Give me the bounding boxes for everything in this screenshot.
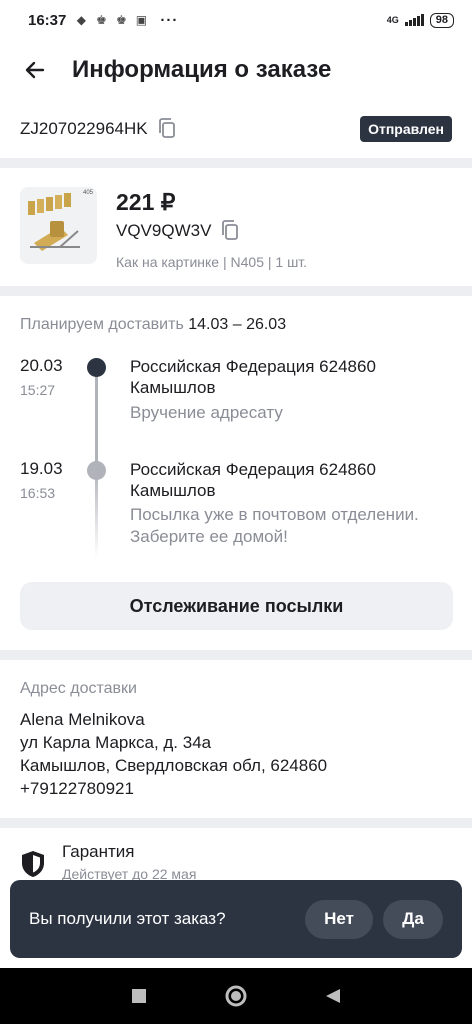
address-lines: Alena Melnikova ул Карла Маркса, д. 34а … — [20, 708, 452, 800]
square-icon — [131, 989, 146, 1003]
shield-icon — [22, 851, 44, 877]
circle-icon — [225, 985, 247, 1007]
delivery-card: Планируем доставить 14.03 – 26.03 20.03 … — [0, 296, 472, 650]
arrow-left-icon — [25, 61, 45, 79]
copy-icon — [222, 220, 239, 240]
address-title: Адрес доставки — [20, 680, 137, 697]
triangle-back-icon — [326, 989, 341, 1003]
product-image[interactable]: 405 — [20, 187, 97, 264]
address-city: Камышлов, Свердловская обл, 624860 — [20, 756, 328, 775]
tracking-card: ZJ207022964HK Отправлен — [0, 100, 472, 158]
battery-icon: 98 — [429, 12, 454, 28]
sku-row: VQV9QW3V — [116, 220, 307, 242]
guarantee-text: Гарантия Действует до 22 мая — [62, 842, 196, 882]
status-time: 16:37 — [28, 11, 67, 29]
event-time: 16:53 — [20, 485, 56, 501]
event-time: 15:27 — [20, 382, 56, 398]
emblem-icon: ♚ — [115, 13, 127, 27]
app-icon: ▣ — [135, 13, 148, 27]
order-received-snackbar: Вы получили этот заказ? Нет Да — [10, 880, 462, 958]
app-bar: Информация о заказе — [0, 40, 472, 100]
yes-button[interactable]: Да — [383, 899, 443, 939]
product-sku: VQV9QW3V — [116, 221, 212, 240]
address-card: Адрес доставки Alena Melnikova ул Карла … — [0, 660, 472, 818]
timeline-dot-active — [87, 358, 106, 377]
event-date: 19.03 — [20, 459, 63, 478]
status-badge: Отправлен — [360, 116, 452, 142]
snackbar-question: Вы получили этот заказ? — [29, 909, 226, 928]
timeline-dot — [87, 461, 106, 480]
copy-tracking-button[interactable] — [158, 118, 178, 140]
no-button[interactable]: Нет — [305, 899, 373, 939]
emblem-icon: ♚ — [95, 13, 107, 27]
event-location: Российская Федерация 624860 Камышлов — [130, 460, 376, 500]
event-description: Вручение адресату — [130, 403, 283, 422]
event-location: Российская Федерация 624860 Камышлов — [130, 357, 376, 397]
back-nav-button[interactable] — [313, 976, 353, 1016]
image-label: 405 — [82, 190, 93, 196]
recent-apps-button[interactable] — [119, 976, 159, 1016]
status-bar: 16:37 ◆ ♚ ♚ ▣ ··· 4G 98 — [0, 0, 472, 40]
snackbar-actions: Нет Да — [305, 899, 443, 939]
plan-dates: 14.03 – 26.03 — [188, 316, 287, 333]
product-price: 221 ₽ — [116, 189, 176, 215]
tracking-number: ZJ207022964HK — [20, 119, 148, 138]
home-button[interactable] — [216, 976, 256, 1016]
recipient-name: Alena Melnikova — [20, 710, 145, 729]
timeline-line — [95, 468, 98, 558]
track-parcel-button[interactable]: Отслеживание посылки — [20, 582, 453, 630]
product-card[interactable]: 405 221 ₽ VQV9QW3V Как на картинке | N40… — [0, 168, 472, 286]
delivery-plan: Планируем доставить 14.03 – 26.03 — [20, 316, 452, 334]
tracking-timeline: 20.03 15:27 Российская Федерация 624860 … — [20, 356, 452, 568]
product-picture — [28, 193, 80, 251]
plan-label: Планируем доставить — [20, 316, 184, 333]
guarantee-title: Гарантия — [62, 842, 135, 861]
notification-icons: ◆ ♚ ♚ ▣ — [74, 13, 148, 27]
copy-sku-button[interactable] — [221, 220, 241, 242]
notification-icon: ◆ — [76, 13, 86, 27]
more-notifications-icon: ··· — [160, 11, 179, 29]
event-date: 20.03 — [20, 356, 63, 375]
event-description: Посылка уже в почтовом отделении. Забери… — [130, 505, 419, 546]
network-type: 4G — [386, 15, 399, 25]
copy-icon — [158, 118, 175, 138]
address-street: ул Карла Маркса, д. 34а — [20, 733, 212, 752]
back-button[interactable] — [0, 40, 70, 100]
product-description: Как на картинке | N405 | 1 шт. — [116, 254, 308, 270]
system-nav-bar — [0, 968, 472, 1024]
page-title: Информация о заказе — [72, 56, 332, 83]
battery-level: 98 — [435, 13, 448, 26]
product-info: 221 ₽ VQV9QW3V Как на картинке | N405 | … — [116, 187, 308, 270]
signal-icon — [404, 14, 424, 26]
status-right: 4G 98 — [386, 12, 454, 28]
recipient-phone: +79122780921 — [20, 779, 134, 798]
timeline-line — [95, 408, 98, 462]
